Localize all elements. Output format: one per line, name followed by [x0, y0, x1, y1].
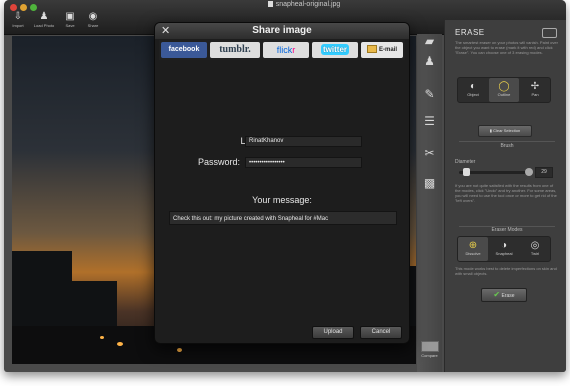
photo-light — [117, 342, 123, 346]
window-title: snapheal-original.jpg — [244, 1, 364, 8]
save-label: Save — [65, 23, 75, 28]
email-tab-label: E-mail — [378, 47, 397, 53]
diameter-value[interactable]: 29 — [535, 167, 553, 178]
save-icon: ▣ — [65, 11, 75, 22]
panel-description: The smartest eraser on your photos will … — [455, 40, 558, 55]
cut-tool-icon[interactable]: ✂ — [423, 147, 436, 159]
object-icon: ◐ — [469, 81, 477, 92]
tumblr-logo-text: tumblr. — [219, 44, 251, 55]
adjust-tool-icon[interactable]: ☰ — [423, 115, 436, 127]
panel-toggle-button[interactable] — [542, 28, 557, 38]
compare-button[interactable]: Compare — [419, 341, 440, 358]
clear-selection-label: Clear Selection — [493, 128, 521, 133]
erase-panel: ERASE The smartest eraser on your photos… — [444, 20, 566, 372]
close-window-button[interactable] — [10, 4, 17, 11]
mode-object-label: Object — [467, 92, 479, 97]
mode-outline[interactable]: ◯ Outline — [489, 78, 519, 102]
flickr-logo-text-a: flick — [276, 45, 293, 55]
password-label: Password: — [197, 157, 240, 167]
envelope-icon — [366, 45, 377, 54]
login-field[interactable] — [245, 136, 362, 147]
diameter-slider-max — [525, 168, 533, 176]
snapheal-label: Snapheal — [495, 251, 513, 256]
upload-button[interactable]: Upload — [312, 326, 354, 339]
facebook-logo-text: facebook — [168, 46, 200, 53]
import-button[interactable]: ⇩ Import — [6, 11, 30, 28]
compare-label: Compare — [421, 353, 438, 358]
password-field[interactable]: ••••••••••••••••• — [245, 157, 362, 168]
dissolve-icon: ⊕ — [468, 240, 478, 251]
flickr-logo-text-b: r — [292, 45, 296, 55]
stamp-tool-icon[interactable]: ♟ — [423, 55, 436, 67]
hint-text: If you are not quite satisfied with the … — [455, 183, 557, 203]
mode-hint: This mode works best to delete imperfect… — [455, 266, 557, 276]
diameter-slider-knob[interactable] — [463, 168, 470, 176]
tab-facebook[interactable]: facebook — [161, 42, 207, 58]
share-icon: ◉ — [88, 11, 98, 22]
crop-tool-icon[interactable]: ▩ — [423, 177, 436, 189]
brush-tool-icon[interactable]: ✎ — [423, 88, 436, 100]
selection-mode-selector: ◐ Object ◯ Outline ✢ Pan — [457, 77, 551, 103]
document-icon — [267, 1, 273, 8]
load-photo-label: Load Photo — [33, 23, 55, 28]
mode-outline-label: Outline — [497, 92, 511, 97]
window-title-text: snapheal-original.jpg — [275, 1, 341, 8]
dissolve-label: Dissolve — [465, 251, 481, 256]
share-service-tabs: facebook tumblr. flickr twitter E-mail — [159, 40, 405, 60]
mode-pan-label: Pan — [531, 92, 539, 97]
message-label: Your message: — [252, 195, 312, 205]
eraser-mode-dissolve[interactable]: ⊕ Dissolve — [458, 237, 488, 261]
load-photo-button[interactable]: ♟ Load Photo — [32, 11, 56, 28]
snapheal-icon: ◑ — [500, 240, 508, 251]
panel-title: ERASE — [455, 28, 485, 37]
cancel-button[interactable]: Cancel — [360, 326, 402, 339]
eraser-mode-selector: ⊕ Dissolve ◑ Snapheal ◎ Twirl — [457, 236, 551, 262]
share-label: Share — [87, 23, 99, 28]
compare-icon — [420, 341, 439, 352]
clear-selection-button[interactable]: ▮ Clear Selection — [478, 125, 532, 137]
eraser-modes-header: Eraser Modes — [491, 227, 523, 233]
pan-icon: ✢ — [530, 81, 540, 92]
photo-light — [177, 348, 182, 352]
tool-strip: ▰ ♟ ✎ ☰ ✂ ▩ Compare — [417, 34, 442, 372]
load-photo-icon: ♟ — [39, 11, 49, 22]
tab-flickr[interactable]: flickr — [263, 42, 309, 58]
outline-icon: ◯ — [498, 81, 510, 92]
diameter-label: Diameter — [455, 159, 476, 165]
tab-twitter[interactable]: twitter — [312, 42, 358, 58]
dialog-title: Share image — [252, 25, 312, 36]
tab-email[interactable]: E-mail — [361, 42, 403, 58]
share-dialog: ✕ Share image facebook tumblr. flickr tw… — [154, 22, 410, 344]
share-button[interactable]: ◉ Share — [81, 11, 105, 28]
zoom-window-button[interactable] — [30, 4, 37, 11]
mode-object[interactable]: ◐ Object — [458, 78, 488, 102]
dialog-header: ✕ Share image — [155, 23, 409, 39]
erase-tool-icon[interactable]: ▰ — [423, 35, 436, 47]
brush-header: Brush — [500, 143, 514, 149]
twirl-label: Twirl — [530, 251, 540, 256]
check-icon: ✔ — [493, 290, 501, 299]
tab-tumblr[interactable]: tumblr. — [210, 42, 260, 58]
divider — [459, 141, 555, 142]
import-label: Import — [12, 23, 24, 28]
app-window: snapheal-original.jpg ⇩ Import ♟ Load Ph… — [4, 0, 566, 372]
mode-pan[interactable]: ✢ Pan — [520, 78, 550, 102]
eraser-mode-twirl[interactable]: ◎ Twirl — [520, 237, 550, 261]
twirl-icon: ◎ — [530, 240, 540, 251]
message-field[interactable]: Check this out: my picture created with … — [169, 211, 397, 225]
eraser-mode-snapheal[interactable]: ◑ Snapheal — [489, 237, 519, 261]
erase-label: Erase — [501, 293, 515, 299]
twitter-logo-text: twitter — [321, 44, 349, 55]
erase-button[interactable]: ✔ Erase — [481, 288, 527, 302]
photo-light — [100, 336, 104, 339]
import-icon: ⇩ — [13, 11, 23, 22]
save-button[interactable]: ▣ Save — [58, 11, 82, 28]
minimize-window-button[interactable] — [20, 4, 27, 11]
